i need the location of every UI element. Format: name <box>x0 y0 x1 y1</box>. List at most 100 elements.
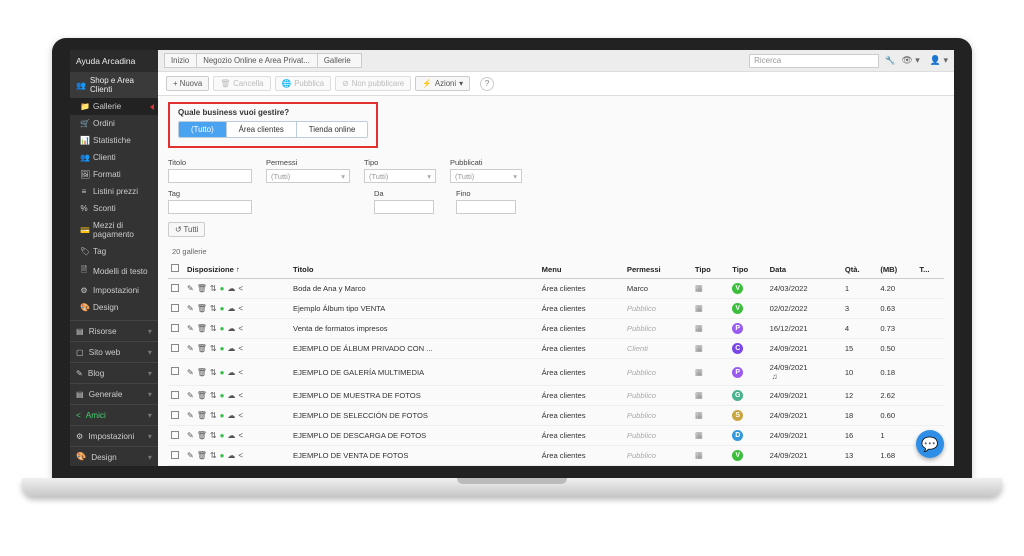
edit-icon[interactable]: ✎ <box>187 411 194 420</box>
cloud-icon[interactable]: ☁ <box>227 284 235 293</box>
cloud-icon[interactable]: ☁ <box>227 391 235 400</box>
row-checkbox[interactable] <box>171 391 179 399</box>
col-disposizione[interactable]: Disposizione ↑ <box>184 260 290 279</box>
share-icon[interactable]: < <box>238 304 243 313</box>
sort-icon[interactable]: ⇅ <box>210 304 217 313</box>
sidebar-item-statistiche[interactable]: 📊Statistiche <box>70 132 158 149</box>
sidebar-section-generale[interactable]: ▤Generale▾ <box>70 383 158 404</box>
trash-icon[interactable]: 🗑 <box>197 284 207 293</box>
filter-da-input[interactable] <box>374 200 434 214</box>
edit-icon[interactable]: ✎ <box>187 344 194 353</box>
filter-fino-input[interactable] <box>456 200 516 214</box>
cloud-icon[interactable]: ☁ <box>227 451 235 460</box>
cloud-icon[interactable]: ☁ <box>227 344 235 353</box>
trash-icon[interactable]: 🗑 <box>197 391 207 400</box>
edit-icon[interactable]: ✎ <box>187 324 194 333</box>
sidebar-section-impostazioni[interactable]: ⚙Impostazioni▾ <box>70 425 158 446</box>
sidebar-section-risorse[interactable]: ▤Risorse▾ <box>70 320 158 341</box>
sort-icon[interactable]: ⇅ <box>210 391 217 400</box>
filter-tag-input[interactable] <box>168 200 252 214</box>
user-icon[interactable]: 👤 ▾ <box>930 55 948 66</box>
seg-area-clientes[interactable]: Área clientes <box>227 122 297 137</box>
table-row[interactable]: ✎🗑⇅●☁<Ejemplo Álbum tipo VENTAÁrea clien… <box>168 299 944 319</box>
table-row[interactable]: ✎🗑⇅●☁<EJEMPLO DE DESCARGA DE FOTOSÁrea c… <box>168 426 944 446</box>
sort-icon[interactable]: ⇅ <box>210 411 217 420</box>
select-all-checkbox[interactable] <box>171 264 179 272</box>
row-checkbox[interactable] <box>171 411 179 419</box>
row-checkbox[interactable] <box>171 324 179 332</box>
share-icon[interactable]: < <box>238 284 243 293</box>
sort-icon[interactable]: ⇅ <box>210 431 217 440</box>
sidebar-item-formati[interactable]: 🖼Formati <box>70 166 158 183</box>
pubblica-button[interactable]: 🌐Pubblica <box>275 76 332 91</box>
share-icon[interactable]: < <box>238 344 243 353</box>
status-icon[interactable]: ● <box>220 304 225 313</box>
help-icon[interactable]: ? <box>480 77 494 91</box>
sidebar-item-listini-prezzi[interactable]: ≡Listini prezzi <box>70 183 158 200</box>
share-icon[interactable]: < <box>238 324 243 333</box>
sort-icon[interactable]: ⇅ <box>210 451 217 460</box>
cancella-button[interactable]: 🗑Cancella <box>213 76 270 91</box>
row-checkbox[interactable] <box>171 367 179 375</box>
sort-icon[interactable]: ⇅ <box>210 344 217 353</box>
trash-icon[interactable]: 🗑 <box>197 304 207 313</box>
cloud-icon[interactable]: ☁ <box>227 431 235 440</box>
table-row[interactable]: ✎🗑⇅●☁<EJEMPLO DE SELECCIÓN DE FOTOSÁrea … <box>168 406 944 426</box>
cloud-icon[interactable]: ☁ <box>227 368 235 377</box>
sort-icon[interactable]: ⇅ <box>210 284 217 293</box>
col-qta[interactable]: Qtà. <box>842 260 878 279</box>
sidebar-item-ordini[interactable]: 🛒Ordini <box>70 115 158 132</box>
sidebar-section-sito-web[interactable]: ▢Sito web▾ <box>70 341 158 362</box>
col-menu[interactable]: Menu <box>539 260 624 279</box>
share-icon[interactable]: < <box>238 451 243 460</box>
sidebar-item-tag[interactable]: 🏷Tag <box>70 243 158 260</box>
row-checkbox[interactable] <box>171 284 179 292</box>
status-icon[interactable]: ● <box>220 411 225 420</box>
col-permessi[interactable]: Permessi <box>624 260 692 279</box>
col-tipo1[interactable]: Tipo <box>692 260 729 279</box>
tutti-button[interactable]: ↺ Tutti <box>168 222 205 237</box>
table-row[interactable]: ✎🗑⇅●☁<EJEMPLO DE ÁLBUM PRIVADO CON ...Ár… <box>168 339 944 359</box>
seg-tienda-online[interactable]: Tienda online <box>297 122 368 137</box>
status-icon[interactable]: ● <box>220 324 225 333</box>
breadcrumb-item[interactable]: Gallerie <box>317 53 362 68</box>
sidebar-section-blog[interactable]: ✎Blog▾ <box>70 362 158 383</box>
col-tipo2[interactable]: Tipo <box>729 260 766 279</box>
nuova-button[interactable]: + Nuova <box>166 76 209 91</box>
trash-icon[interactable]: 🗑 <box>197 411 207 420</box>
share-icon[interactable]: < <box>238 368 243 377</box>
share-icon[interactable]: < <box>238 411 243 420</box>
status-icon[interactable]: ● <box>220 451 225 460</box>
sidebar-section-design[interactable]: 🎨Design▾ <box>70 446 158 466</box>
status-icon[interactable]: ● <box>220 391 225 400</box>
filter-titolo-input[interactable] <box>168 169 252 183</box>
status-icon[interactable]: ● <box>220 431 225 440</box>
wrench-icon[interactable]: 🔧 <box>885 56 895 66</box>
filter-pubblicati-select[interactable]: (Tutti) <box>450 169 522 183</box>
sidebar-item-impostazioni[interactable]: ⚙Impostazioni <box>70 282 158 299</box>
status-icon[interactable]: ● <box>220 368 225 377</box>
breadcrumb-item[interactable]: Negozio Online e Area Privat... <box>196 53 321 68</box>
row-checkbox[interactable] <box>171 451 179 459</box>
sidebar-item-mezzi-di-pagamento[interactable]: 💳Mezzi di pagamento <box>70 217 158 243</box>
cloud-icon[interactable]: ☁ <box>227 304 235 313</box>
filter-tipo-select[interactable]: (Tutti) <box>364 169 436 183</box>
row-checkbox[interactable] <box>171 431 179 439</box>
sidebar-item-modelli-di-testo[interactable]: 🗎Modelli di testo <box>70 260 158 282</box>
col-mb[interactable]: (MB) <box>877 260 916 279</box>
sidebar-item-gallerie[interactable]: 📁Gallerie <box>70 98 158 115</box>
edit-icon[interactable]: ✎ <box>187 304 194 313</box>
trash-icon[interactable]: 🗑 <box>197 451 207 460</box>
search-input[interactable]: Ricerca <box>749 54 879 68</box>
col-t[interactable]: T... <box>916 260 944 279</box>
table-row[interactable]: ✎🗑⇅●☁<EJEMPLO DE MUESTRA DE FOTOSÁrea cl… <box>168 386 944 406</box>
status-icon[interactable]: ● <box>220 344 225 353</box>
status-icon[interactable]: ● <box>220 284 225 293</box>
trash-icon[interactable]: 🗑 <box>197 431 207 440</box>
sidebar-item-sconti[interactable]: %Sconti <box>70 200 158 217</box>
edit-icon[interactable]: ✎ <box>187 451 194 460</box>
sort-icon[interactable]: ⇅ <box>210 324 217 333</box>
trash-icon[interactable]: 🗑 <box>197 368 207 377</box>
table-row[interactable]: ✎🗑⇅●☁<Boda de Ana y MarcoÁrea clientesMa… <box>168 279 944 299</box>
col-titolo[interactable]: Titolo <box>290 260 539 279</box>
